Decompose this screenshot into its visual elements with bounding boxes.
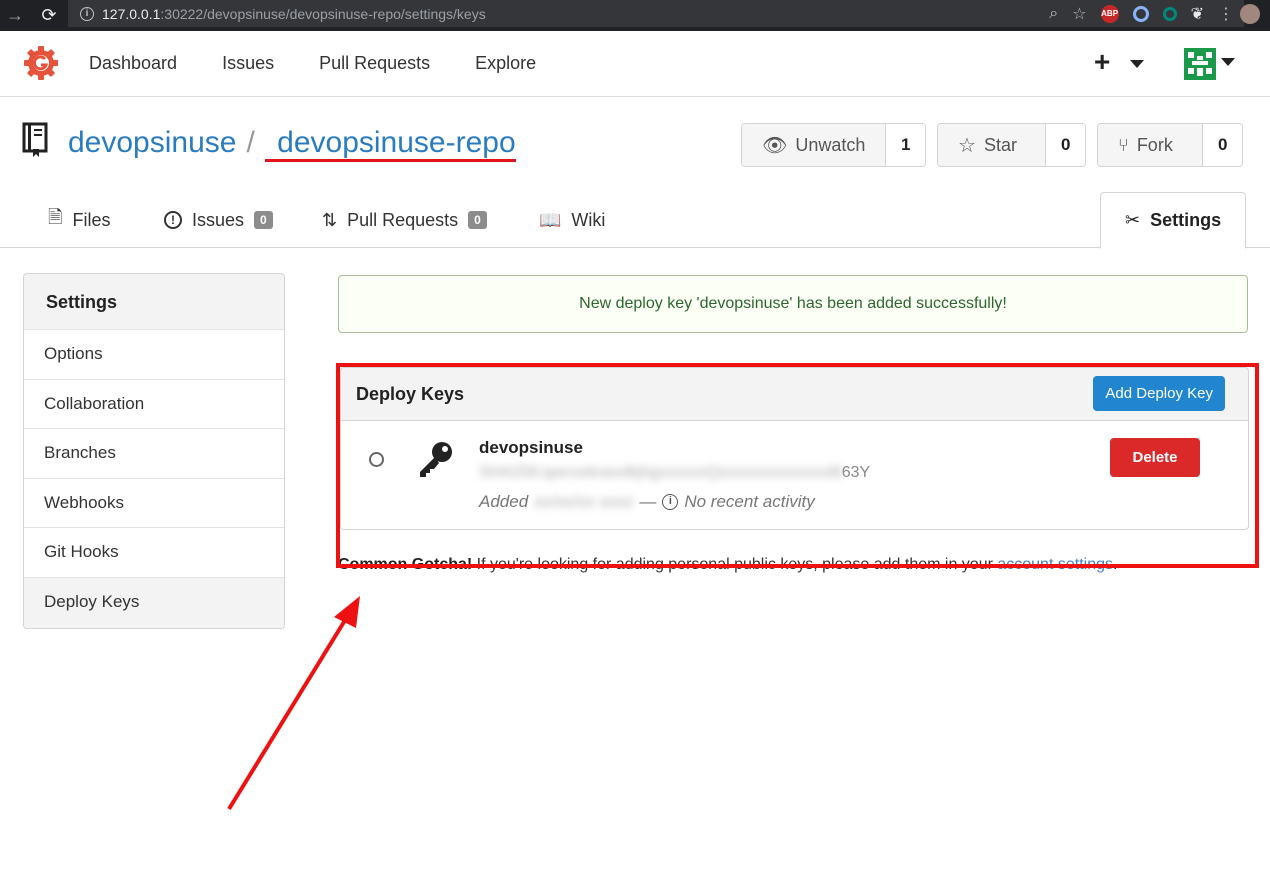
tab-wiki-label: Wiki — [571, 209, 606, 230]
profile-avatar[interactable] — [1240, 3, 1260, 24]
book-icon: 📖 — [539, 209, 562, 230]
fork-count[interactable]: 0 — [1202, 124, 1242, 166]
site-info-icon[interactable]: i — [80, 6, 94, 21]
star-button-group: ☆ Star 0 — [937, 123, 1086, 167]
zoom-icon[interactable]: ⌕ — [1049, 5, 1058, 23]
url-text[interactable]: 127.0.0.1:30222/devopsinuse/devopsinuse-… — [102, 6, 486, 22]
fork-button[interactable]: ⑂ Fork — [1098, 124, 1203, 166]
tab-files-label: Files — [72, 209, 111, 230]
adblock-icon[interactable]: ABP — [1100, 4, 1119, 23]
sidebar-item-collaboration[interactable]: Collaboration — [24, 380, 284, 430]
sidebar-item-branches[interactable]: Branches — [24, 429, 284, 479]
star-icon[interactable]: ☆ — [1072, 4, 1086, 24]
gnome-icon[interactable]: ❦ — [1191, 4, 1204, 24]
watch-count[interactable]: 1 — [885, 124, 925, 166]
url-host: 127.0.0.1 — [102, 5, 161, 22]
browser-toolbar: → ⟳ i 127.0.0.1:30222/devopsinuse/devops… — [0, 0, 1270, 31]
watch-button-group: 👁 Unwatch 1 — [741, 123, 926, 167]
top-header: Dashboard Issues Pull Requests Explore + — [0, 31, 1270, 97]
star-count[interactable]: 0 — [1045, 124, 1085, 166]
success-message: New deploy key 'devopsinuse' has been ad… — [338, 275, 1248, 333]
fork-label: Fork — [1136, 134, 1173, 155]
eye-icon: 👁 — [762, 134, 788, 157]
sidebar-item-git-hooks[interactable]: Git Hooks — [24, 528, 284, 578]
tab-issues[interactable]: ! Issues 0 — [164, 192, 273, 248]
url-path: :30222/devopsinuse/devopsinuse-repo/sett… — [160, 5, 486, 22]
tools-icon: ✂ — [1125, 210, 1141, 230]
nav-pull-requests[interactable]: Pull Requests — [319, 53, 430, 74]
star-button[interactable]: ☆ Star — [938, 124, 1046, 166]
nav-dashboard[interactable]: Dashboard — [89, 53, 177, 74]
nav-explore[interactable]: Explore — [475, 53, 536, 74]
star-outline-icon: ☆ — [958, 134, 976, 157]
issue-opened-icon: ! — [164, 211, 182, 229]
sidebar-item-deploy-keys[interactable]: Deploy Keys — [24, 577, 284, 628]
repo-name-link[interactable]: devopsinuse-repo — [264, 126, 516, 162]
forward-icon[interactable]: → — [2, 5, 28, 26]
create-new-button[interactable]: + — [1094, 48, 1110, 76]
issues-count-badge: 0 — [254, 211, 273, 229]
nav-issues[interactable]: Issues — [222, 53, 274, 74]
tab-files[interactable]: 🗎 Files — [48, 192, 111, 248]
repo-title: devopsinuse / devopsinuse-repo — [68, 126, 516, 162]
gitea-logo[interactable] — [23, 45, 59, 81]
tab-settings[interactable]: ✂ Settings — [1100, 192, 1247, 249]
pull-request-icon: ⇅ — [322, 209, 338, 230]
user-avatar[interactable] — [1184, 48, 1216, 80]
settings-sidebar: Settings Options Collaboration Branches … — [23, 273, 285, 629]
file-icon: 🗎 — [48, 207, 63, 227]
menu-icon[interactable]: ⋮ — [1218, 4, 1234, 24]
tab-issues-label: Issues — [192, 209, 245, 230]
repo-owner-link[interactable]: devopsinuse — [68, 126, 236, 159]
user-menu-chevron-icon[interactable] — [1221, 58, 1235, 66]
tab-wiki[interactable]: 📖 Wiki — [539, 192, 605, 248]
chevron-down-icon[interactable] — [1130, 60, 1144, 68]
tab-pull-requests[interactable]: ⇅ Pull Requests 0 — [322, 192, 487, 248]
main-nav: Dashboard Issues Pull Requests Explore — [89, 53, 581, 74]
repo-tabs: 🗎 Files ! Issues 0 ⇅ Pull Requests 0 📖 W… — [0, 192, 1270, 249]
fork-icon: ⑂ — [1118, 134, 1129, 155]
repo-separator: / — [246, 126, 255, 159]
sidebar-title: Settings — [24, 274, 284, 330]
pulls-count-badge: 0 — [468, 211, 487, 229]
tab-settings-label: Settings — [1150, 210, 1222, 230]
tab-pull-requests-label: Pull Requests — [347, 209, 459, 230]
fork-button-group: ⑂ Fork 0 — [1097, 123, 1243, 167]
repo-book-icon — [22, 122, 48, 157]
reload-icon[interactable]: ⟳ — [36, 5, 62, 26]
extension-teal-icon[interactable] — [1162, 6, 1177, 21]
sidebar-item-webhooks[interactable]: Webhooks — [24, 479, 284, 529]
sidebar-item-options[interactable]: Options — [24, 330, 284, 380]
unwatch-label: Unwatch — [795, 134, 866, 155]
unwatch-button[interactable]: 👁 Unwatch — [742, 124, 886, 166]
browser-extensions: ⌕ ☆ ABP ❦ ⋮ — [1049, 0, 1270, 27]
extension-icon[interactable] — [1132, 5, 1149, 22]
annotation-highlight-box — [336, 363, 1259, 568]
star-label: Star — [983, 134, 1017, 155]
